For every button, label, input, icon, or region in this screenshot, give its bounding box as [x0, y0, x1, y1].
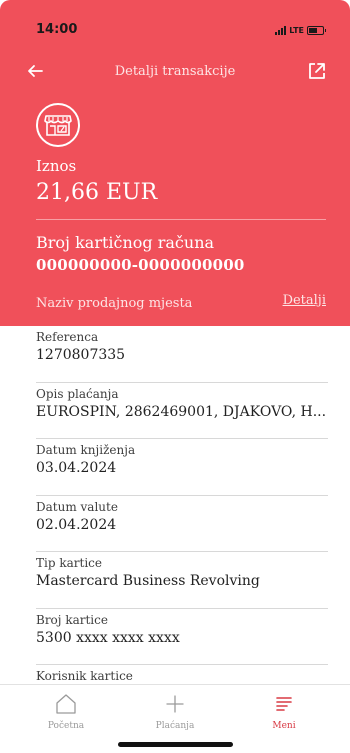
- detail-label: Datum valute: [36, 499, 118, 514]
- tab-menu[interactable]: Meni: [244, 693, 324, 731]
- detail-label: Korisnik kartice: [36, 669, 133, 683]
- network-label: LTE: [289, 25, 304, 35]
- detail-label: Referenca: [36, 330, 99, 344]
- detail-value: Mastercard Business Revolving: [36, 573, 260, 589]
- tab-label: Meni: [272, 721, 296, 731]
- detail-label: Opis plaćanja: [36, 386, 119, 401]
- status-bar: 14:00 LTE: [0, 0, 350, 40]
- nav-bar: Detalji transakcije: [0, 56, 350, 86]
- detail-row-payment-description: Opis plaćanja EUROSPIN, 2862469001, DJAK…: [36, 383, 328, 439]
- detail-row-booking-date: Datum knjiženja 03.04.2024: [36, 439, 328, 496]
- transaction-amount: 21,66 EUR: [36, 180, 158, 205]
- status-time: 14:00: [36, 22, 78, 37]
- detail-row-card-type: Tip kartice Mastercard Business Revolvin…: [36, 552, 328, 609]
- detail-label: Tip kartice: [36, 556, 102, 570]
- detail-value: 03.04.2024: [36, 460, 117, 476]
- phone-screen: 14:00 LTE Detalji transakcije Iznos 21,6…: [0, 0, 350, 753]
- header-divider: [36, 219, 326, 220]
- detail-value: EUROSPIN, 2862469001, DJAKOVO, H...: [36, 403, 326, 420]
- detail-row-card-number: Broj kartice 5300 xxxx xxxx xxxx: [36, 609, 328, 665]
- details-link[interactable]: Detalji: [283, 293, 326, 308]
- detail-value: 1270807335: [36, 347, 126, 363]
- amount-label: Iznos: [36, 157, 77, 175]
- transaction-details-list: Referenca 1270807335 Opis plaćanja EUROS…: [0, 326, 350, 721]
- tab-label: Početna: [47, 721, 85, 731]
- status-indicators: LTE: [275, 24, 326, 36]
- detail-row-value-date: Datum valute 02.04.2024: [36, 496, 328, 552]
- detail-value: 02.04.2024: [36, 516, 117, 533]
- home-indicator: [118, 742, 233, 747]
- open-external-icon[interactable]: [306, 60, 328, 82]
- detail-label: Datum knjiženja: [36, 443, 136, 457]
- merchant-label: Naziv prodajnog mjesta: [36, 296, 193, 311]
- shop-icon: [36, 103, 80, 147]
- account-number: 000000000-0000000000: [36, 256, 245, 274]
- tab-home[interactable]: Početna: [26, 693, 106, 731]
- signal-icon: [275, 25, 287, 35]
- menu-icon: [276, 697, 292, 711]
- tab-label: Plaćanja: [155, 721, 195, 731]
- page-title: Detalji transakcije: [114, 64, 236, 79]
- transaction-header: 14:00 LTE Detalji transakcije Iznos 21,6…: [0, 0, 350, 326]
- battery-icon: [307, 25, 326, 35]
- account-label: Broj kartičnog računa: [36, 233, 215, 252]
- home-icon: [56, 694, 76, 714]
- plus-icon: [166, 695, 184, 713]
- tab-payments[interactable]: Plaćanja: [135, 693, 215, 731]
- detail-label: Broj kartice: [36, 612, 108, 627]
- detail-value: 5300 xxxx xxxx xxxx: [36, 629, 180, 646]
- detail-row-reference: Referenca 1270807335: [36, 326, 328, 383]
